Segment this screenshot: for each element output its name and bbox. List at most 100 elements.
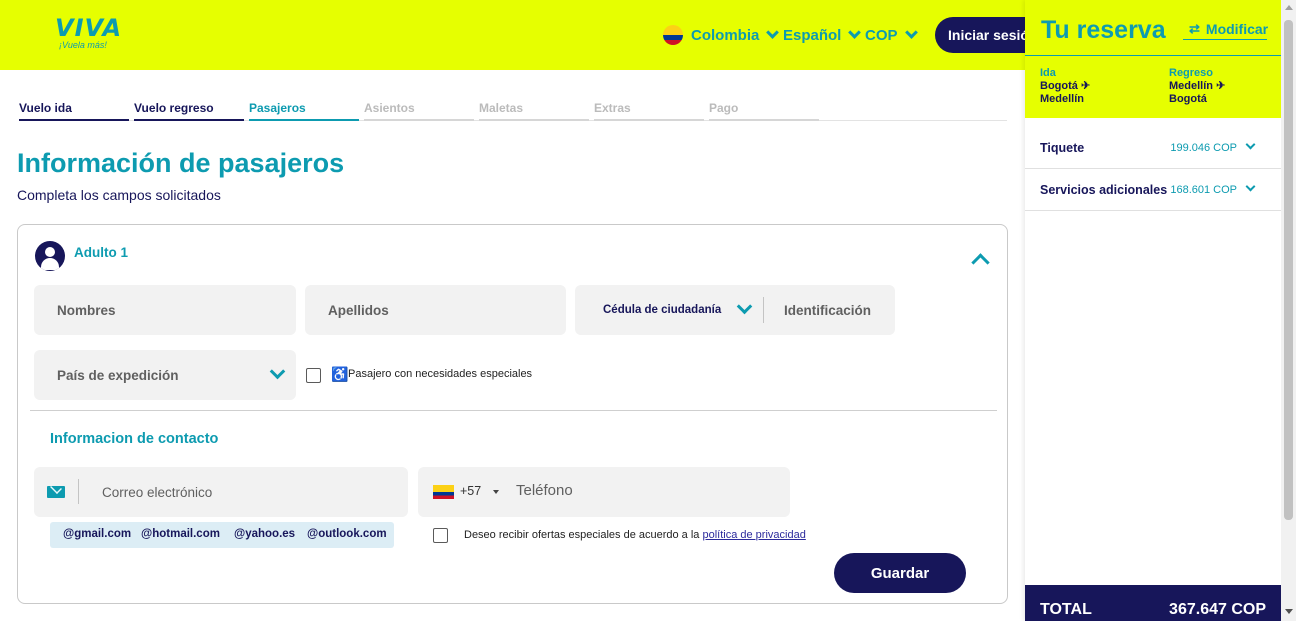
apellidos-input[interactable]: Apellidos [305,285,566,335]
chevron-down-icon [766,26,780,39]
chevron-down-icon [269,363,286,380]
document-type-value: Cédula de ciudadanía [603,304,722,316]
email-field[interactable]: Correo electrónico [34,467,408,517]
chevron-down-icon [904,26,918,39]
step-vuelo-ida[interactable]: Vuelo ida [19,99,129,121]
outbound-to: Medellín [1040,93,1085,105]
extras-label: Servicios adicionales [1040,182,1168,197]
page-title: Información de pasajeros [17,148,345,178]
scroll-thumb[interactable] [1284,20,1293,520]
extras-row[interactable]: Servicios adicionales 168.601 COP [1025,169,1281,211]
outbound-from: Bogotá [1040,80,1078,92]
swap-icon: ⇄ [1189,20,1200,36]
language-selector[interactable]: Español [783,24,862,46]
scroll-down-arrow-icon[interactable] [1285,609,1293,614]
step-pasajeros[interactable]: Pasajeros [249,99,359,121]
extras-amount: 168.601 COP [1170,183,1237,196]
step-extras: Extras [594,99,704,121]
inbound-route: Regreso Medellín ✈ Bogotá [1169,67,1225,106]
step-vuelo-regreso[interactable]: Vuelo regreso [134,99,244,121]
colombia-flag-icon [663,25,683,45]
avatar-body [41,258,59,270]
suggestion-outlook[interactable]: @outlook.com [307,528,387,540]
reservation-summary: Tu reserva ⇄ Modificar Ida Bogotá ✈ Mede… [1025,0,1281,118]
total-label: TOTAL [1040,601,1092,618]
nombres-input[interactable]: Nombres [34,285,296,335]
chevron-down-icon[interactable] [1245,181,1256,192]
outbound-from-line: Bogotá ✈ [1040,80,1090,93]
document-group: Cédula de ciudadanía Identificación [575,285,895,335]
language-label: Español [783,26,842,44]
pais-expedicion-select[interactable]: País de expedición [34,350,296,400]
phone-prefix: +57 [460,484,482,498]
suggestion-gmail[interactable]: @gmail.com [63,528,131,540]
suggestion-yahoo[interactable]: @yahoo.es [234,528,295,540]
panel-divider [1025,55,1281,56]
modify-label: Modificar [1205,20,1269,37]
save-button[interactable]: Guardar [834,553,966,593]
reservation-title: Tu reserva [1041,16,1166,44]
page-subtitle: Completa los campos solicitados [17,187,221,203]
ticket-amount: 199.046 COP [1170,141,1237,154]
offers-label: Deseo recibir ofertas especiales de acue… [464,529,700,541]
viva-logo[interactable]: VIVA ¡Vuela más! [55,16,125,50]
contact-title: Informacion de contacto [50,431,219,447]
page: VIVA ¡Vuela más! Colombia Español COP In… [0,0,1296,621]
chevron-down-icon [848,26,862,39]
step-pago: Pago [709,99,819,121]
total-bar: TOTAL 367.647 COP [1025,585,1281,621]
phone-placeholder: Teléfono [516,482,573,499]
scrollbar[interactable] [1281,0,1296,621]
accessibility-icon: ♿ [331,366,349,382]
reservation-panel: Tu reserva ⇄ Modificar Ida Bogotá ✈ Mede… [1025,0,1281,621]
scroll-up-arrow-icon[interactable] [1285,5,1293,10]
phone-field[interactable]: +57 Teléfono [418,467,790,517]
document-type-select[interactable]: Cédula de ciudadanía [575,285,763,335]
field-separator [78,479,79,504]
pais-placeholder: País de expedición [57,367,179,383]
email-suggestions: @gmail.com @hotmail.com @yahoo.es @outlo… [50,522,394,548]
special-needs-label: Pasajero con necesidades especiales [348,368,533,380]
outbound-route: Ida Bogotá ✈ Medellín [1040,67,1090,106]
chevron-up-icon[interactable] [971,253,990,272]
step-asientos: Asientos [364,99,474,121]
privacy-policy-link[interactable]: política de privacidad [702,529,805,541]
country-selector[interactable]: Colombia [663,24,780,46]
total-amount: 367.647 COP [1169,601,1266,618]
section-divider [30,410,997,411]
country-label: Colombia [691,26,760,44]
inbound-label: Regreso [1169,67,1214,79]
user-avatar-icon [35,241,65,271]
logo-text: VIVA [55,14,123,42]
inbound-to: Bogotá [1169,93,1207,105]
plane-icon: ✈ [1216,80,1226,92]
phone-country-select[interactable]: +57 [418,467,502,517]
modify-button[interactable]: ⇄ Modificar [1183,18,1269,40]
suggestion-hotmail[interactable]: @hotmail.com [141,528,220,540]
nombres-placeholder: Nombres [57,302,116,318]
apellidos-placeholder: Apellidos [328,302,389,318]
ticket-row[interactable]: Tiquete 199.046 COP [1025,127,1281,169]
offers-text: Deseo recibir ofertas especiales de acue… [464,529,806,541]
passenger-card: Adulto 1 Nombres Apellidos Cédula de ciu… [17,224,1008,604]
caret-down-icon [493,490,499,494]
avatar-head [45,247,55,257]
offers-checkbox[interactable] [433,528,448,543]
step-maletas: Maletas [479,99,589,121]
mail-icon [47,486,65,498]
inbound-from: Medellín [1169,80,1214,92]
chevron-down-icon[interactable] [1245,139,1256,150]
plane-icon: ✈ [1080,80,1091,92]
chevron-down-icon [736,298,753,315]
ticket-label: Tiquete [1040,140,1085,155]
currency-selector[interactable]: COP [865,24,918,46]
identificacion-placeholder: Identificación [784,302,872,318]
outbound-label: Ida [1040,67,1056,79]
passenger-title: Adulto 1 [74,245,128,260]
colombia-flag-icon [433,485,454,499]
currency-label: COP [865,26,898,44]
identificacion-input[interactable]: Identificación [764,285,895,335]
booking-steps: Vuelo ida Vuelo regreso Pasajeros Asient… [19,99,1007,121]
special-needs-checkbox[interactable] [306,368,321,383]
inbound-from-line: Medellín ✈ [1169,80,1225,93]
